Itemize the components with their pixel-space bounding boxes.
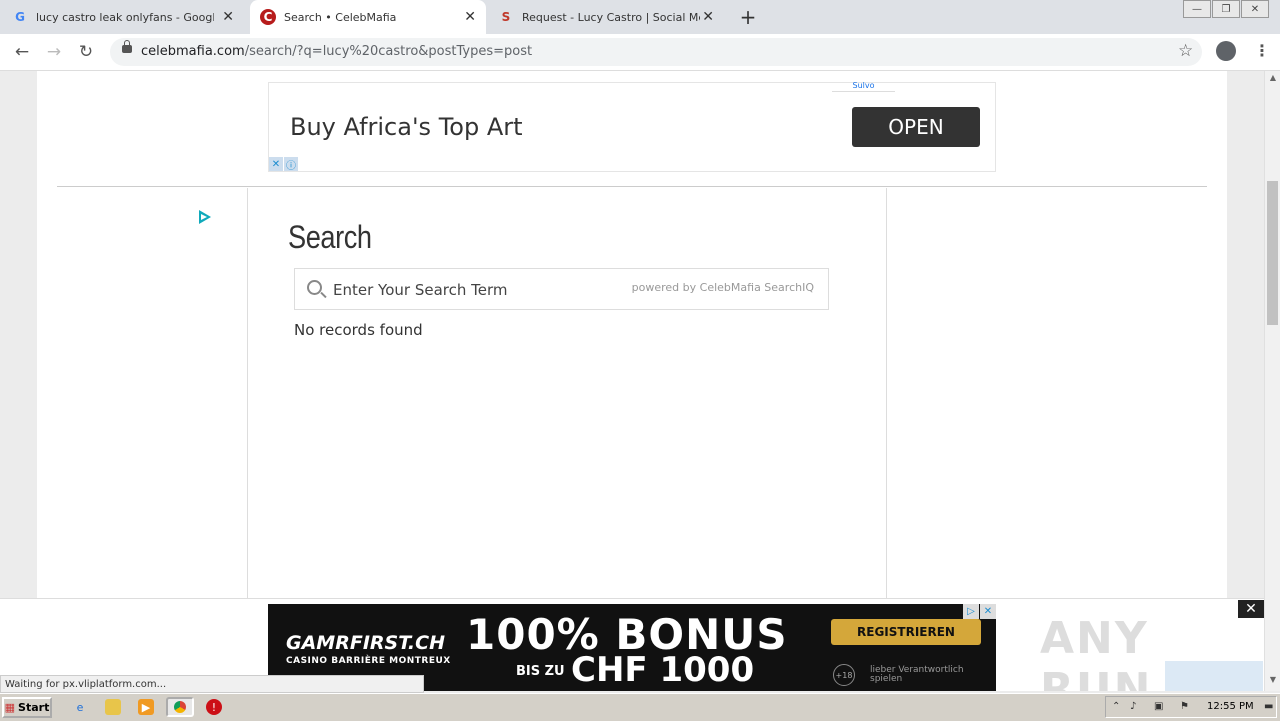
page-title: Search [288, 219, 372, 255]
browser-toolbar: ← → ↻ celebmafia.com/search/?q=lucy%20ca… [0, 34, 1280, 71]
ad-open-button[interactable]: OPEN [852, 107, 980, 147]
tab-title: lucy castro leak onlyfans - Google Se [36, 10, 214, 24]
ad-play-icon[interactable] [199, 210, 211, 224]
chrome-icon [174, 701, 186, 713]
top-banner-ad[interactable]: Sulvo Buy Africa's Top Art OPEN ✕ ⓘ [268, 81, 996, 172]
tab-title: Request - Lucy Castro | Social Media [522, 10, 700, 24]
gear-icon [1165, 661, 1263, 691]
tray-expand-icon[interactable]: ⌃ [1112, 701, 1124, 713]
tab-title: Search • CelebMafia [284, 10, 397, 24]
scroll-up-icon[interactable]: ▲ [1265, 73, 1280, 87]
page-scrollbar[interactable]: ▲ ▼ [1264, 71, 1280, 691]
ad-close-icon[interactable]: ✕ [980, 604, 996, 619]
address-bar[interactable]: celebmafia.com/search/?q=lucy%20castro&p… [110, 38, 1202, 66]
ad-choices: ▷ ✕ [962, 604, 996, 619]
close-window-icon[interactable]: ✕ [1241, 0, 1269, 18]
new-tab-button[interactable]: + [737, 5, 759, 29]
url-text: celebmafia.com/search/?q=lucy%20castro&p… [141, 44, 533, 59]
responsible-gaming-text: lieber Verantwortlich spielen [870, 665, 964, 684]
flag-icon[interactable]: ⚑ [1180, 701, 1192, 713]
ad-bis: BIS ZU [516, 664, 565, 679]
ad-info-icon[interactable]: ⓘ [284, 157, 298, 172]
powered-by-label: powered by CelebMafia SearchIQ [631, 281, 814, 294]
close-tab-icon[interactable]: ✕ [702, 9, 714, 25]
start-label: Start [18, 701, 50, 714]
google-favicon-icon: G [15, 10, 25, 24]
clock: 12:55 PM [1207, 701, 1254, 712]
windows-taskbar: ▦ Start e ▶ ! ⌃ ♪ ▣ ⚑ 12:55 PM ▬ [0, 693, 1280, 721]
show-desktop-icon[interactable]: ▬ [1264, 701, 1276, 713]
scroll-thumb[interactable] [1267, 181, 1278, 325]
status-bubble: Waiting for px.vliplatform.com... [0, 675, 424, 693]
start-button[interactable]: ▦ Start [2, 697, 52, 718]
age-badge: +18 [833, 664, 855, 686]
network-icon[interactable]: ▣ [1154, 701, 1166, 713]
tab-request-lucy-castro[interactable]: S Request - Lucy Castro | Social Media ✕ [498, 0, 724, 34]
forward-icon[interactable]: → [44, 42, 64, 62]
ad-choices: ✕ ⓘ [269, 157, 299, 172]
tab-google-search[interactable]: G lucy castro leak onlyfans - Google Se … [12, 0, 244, 34]
register-button[interactable]: REGISTRIEREN [831, 619, 981, 645]
profile-avatar-icon[interactable] [1216, 41, 1236, 61]
system-tray: ⌃ ♪ ▣ ⚑ 12:55 PM ▬ [1105, 696, 1277, 718]
ad-amount: CHF 1000 [571, 650, 755, 690]
ad-close-icon[interactable]: ✕ [269, 157, 283, 171]
browser-menu-icon[interactable]: ⋮ [1254, 41, 1270, 60]
folder-icon[interactable] [105, 699, 121, 715]
back-icon[interactable]: ← [12, 42, 32, 62]
volume-icon[interactable]: ♪ [1130, 701, 1142, 713]
maximize-icon[interactable]: ❐ [1212, 0, 1240, 18]
search-box: powered by CelebMafia SearchIQ [294, 268, 829, 310]
request-favicon-icon: S [501, 10, 511, 24]
tab-celebmafia-search[interactable]: C Search • CelebMafia ✕ [250, 0, 486, 34]
search-input[interactable] [331, 277, 635, 303]
chrome-taskbar-button[interactable] [166, 697, 194, 717]
minimize-icon[interactable]: — [1183, 0, 1211, 18]
ad-title[interactable]: Buy Africa's Top Art [290, 113, 523, 141]
tab-strip: G lucy castro leak onlyfans - Google Se … [0, 0, 1280, 34]
media-player-icon[interactable]: ▶ [138, 699, 154, 715]
ie-icon[interactable]: e [72, 699, 88, 715]
no-results-message: No records found [294, 321, 423, 339]
ad-network-label: Sulvo [832, 81, 895, 92]
ad-play-icon[interactable]: ▷ [963, 604, 979, 619]
close-tab-icon[interactable]: ✕ [222, 9, 234, 25]
ad-brand: GAMRFIRST.CH [286, 632, 445, 654]
celebmafia-favicon-icon: C [260, 9, 276, 25]
reload-icon[interactable]: ↻ [76, 42, 96, 62]
bookmark-star-icon[interactable]: ☆ [1178, 41, 1193, 61]
divider [57, 186, 1207, 187]
ad-brand-sub: CASINO BARRIÈRE MONTREUX [286, 656, 451, 666]
lock-icon [122, 40, 132, 53]
close-tab-icon[interactable]: ✕ [464, 9, 476, 25]
window-controls: — ❐ ✕ [1182, 0, 1269, 18]
scroll-down-icon[interactable]: ▼ [1265, 675, 1280, 689]
opera-icon[interactable]: ! [206, 699, 222, 715]
search-icon [307, 280, 322, 295]
page-viewport: Sulvo Buy Africa's Top Art OPEN ✕ ⓘ Sear… [0, 71, 1264, 691]
windows-logo-icon: ▦ [4, 701, 16, 714]
